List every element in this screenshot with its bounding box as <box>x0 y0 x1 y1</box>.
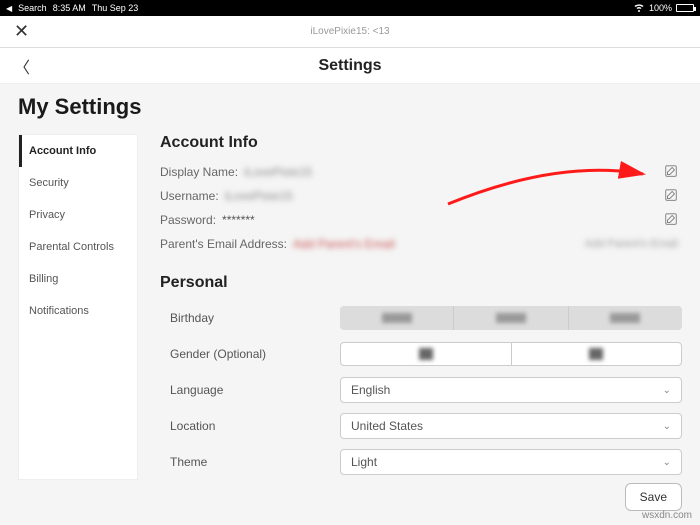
language-row: Language English ⌄ <box>160 372 682 408</box>
username-row: Username: iLovePixie15 <box>160 184 682 208</box>
birthday-segmented[interactable] <box>340 306 682 330</box>
password-label: Password: <box>160 213 216 227</box>
location-value: United States <box>351 419 423 433</box>
settings-main: Account Info Display Name: iLovePixie15 … <box>138 134 682 480</box>
theme-select[interactable]: Light ⌄ <box>340 449 682 475</box>
language-select[interactable]: English ⌄ <box>340 377 682 403</box>
chevron-down-icon: ⌄ <box>663 385 671 396</box>
modal-subtitle: iLovePixie15: <13 <box>310 26 389 37</box>
display-name-value: iLovePixie15 <box>244 165 312 179</box>
gender-label: Gender (Optional) <box>160 347 340 361</box>
location-label: Location <box>160 419 340 433</box>
status-bar: ◀ Search 8:35 AM Thu Sep 23 100% <box>0 0 700 16</box>
status-back-app[interactable]: Search <box>18 3 47 13</box>
status-time: 8:35 AM <box>53 3 86 13</box>
edit-username-icon[interactable] <box>664 188 678 205</box>
battery-icon <box>676 4 694 12</box>
username-label: Username: <box>160 189 219 203</box>
sidebar-item-billing[interactable]: Billing <box>19 263 137 295</box>
settings-sidebar: Account Info Security Privacy Parental C… <box>18 134 138 480</box>
modal-header: ✕ iLovePixie15: <13 <box>0 16 700 48</box>
theme-label: Theme <box>160 455 340 469</box>
display-name-row: Display Name: iLovePixie15 <box>160 160 682 184</box>
edit-display-name-icon[interactable] <box>664 164 678 181</box>
gender-segmented[interactable] <box>340 342 682 366</box>
save-button[interactable]: Save <box>625 483 682 511</box>
sidebar-item-parental-controls[interactable]: Parental Controls <box>19 231 137 263</box>
display-name-label: Display Name: <box>160 165 238 179</box>
language-value: English <box>351 383 390 397</box>
status-date: Thu Sep 23 <box>92 3 139 13</box>
battery-percent: 100% <box>649 3 672 13</box>
title-bar: 〈 Settings <box>0 48 700 84</box>
chevron-down-icon: ⌄ <box>663 421 671 432</box>
page-heading: My Settings <box>18 94 682 120</box>
birthday-label: Birthday <box>160 311 340 325</box>
back-triangle-icon: ◀ <box>6 4 12 13</box>
close-icon[interactable]: ✕ <box>14 21 29 42</box>
sidebar-item-security[interactable]: Security <box>19 167 137 199</box>
page-title: Settings <box>0 57 700 75</box>
watermark: wsxdn.com <box>642 510 692 521</box>
back-chevron-icon[interactable]: 〈 <box>14 54 30 78</box>
location-select[interactable]: United States ⌄ <box>340 413 682 439</box>
sidebar-item-account-info[interactable]: Account Info <box>19 135 137 167</box>
gender-row: Gender (Optional) <box>160 336 682 372</box>
theme-row: Theme Light ⌄ <box>160 444 682 480</box>
username-value: iLovePixie15 <box>225 189 293 203</box>
language-label: Language <box>160 383 340 397</box>
parent-email-label: Parent's Email Address: <box>160 237 287 251</box>
edit-password-icon[interactable] <box>664 212 678 229</box>
sidebar-item-privacy[interactable]: Privacy <box>19 199 137 231</box>
birthday-row: Birthday <box>160 300 682 336</box>
parent-email-row: Parent's Email Address: Add Parent's Ema… <box>160 232 682 256</box>
account-info-heading: Account Info <box>160 134 682 152</box>
parent-email-link[interactable]: Add Parent's Email <box>293 237 395 251</box>
personal-heading: Personal <box>160 274 682 292</box>
location-row: Location United States ⌄ <box>160 408 682 444</box>
wifi-icon <box>633 1 645 15</box>
theme-value: Light <box>351 455 377 469</box>
password-row: Password: ******* <box>160 208 682 232</box>
sidebar-item-notifications[interactable]: Notifications <box>19 295 137 327</box>
chevron-down-icon: ⌄ <box>663 457 671 468</box>
password-value: ******* <box>222 213 255 227</box>
parent-email-right[interactable]: Add Parent's Email <box>585 238 678 250</box>
